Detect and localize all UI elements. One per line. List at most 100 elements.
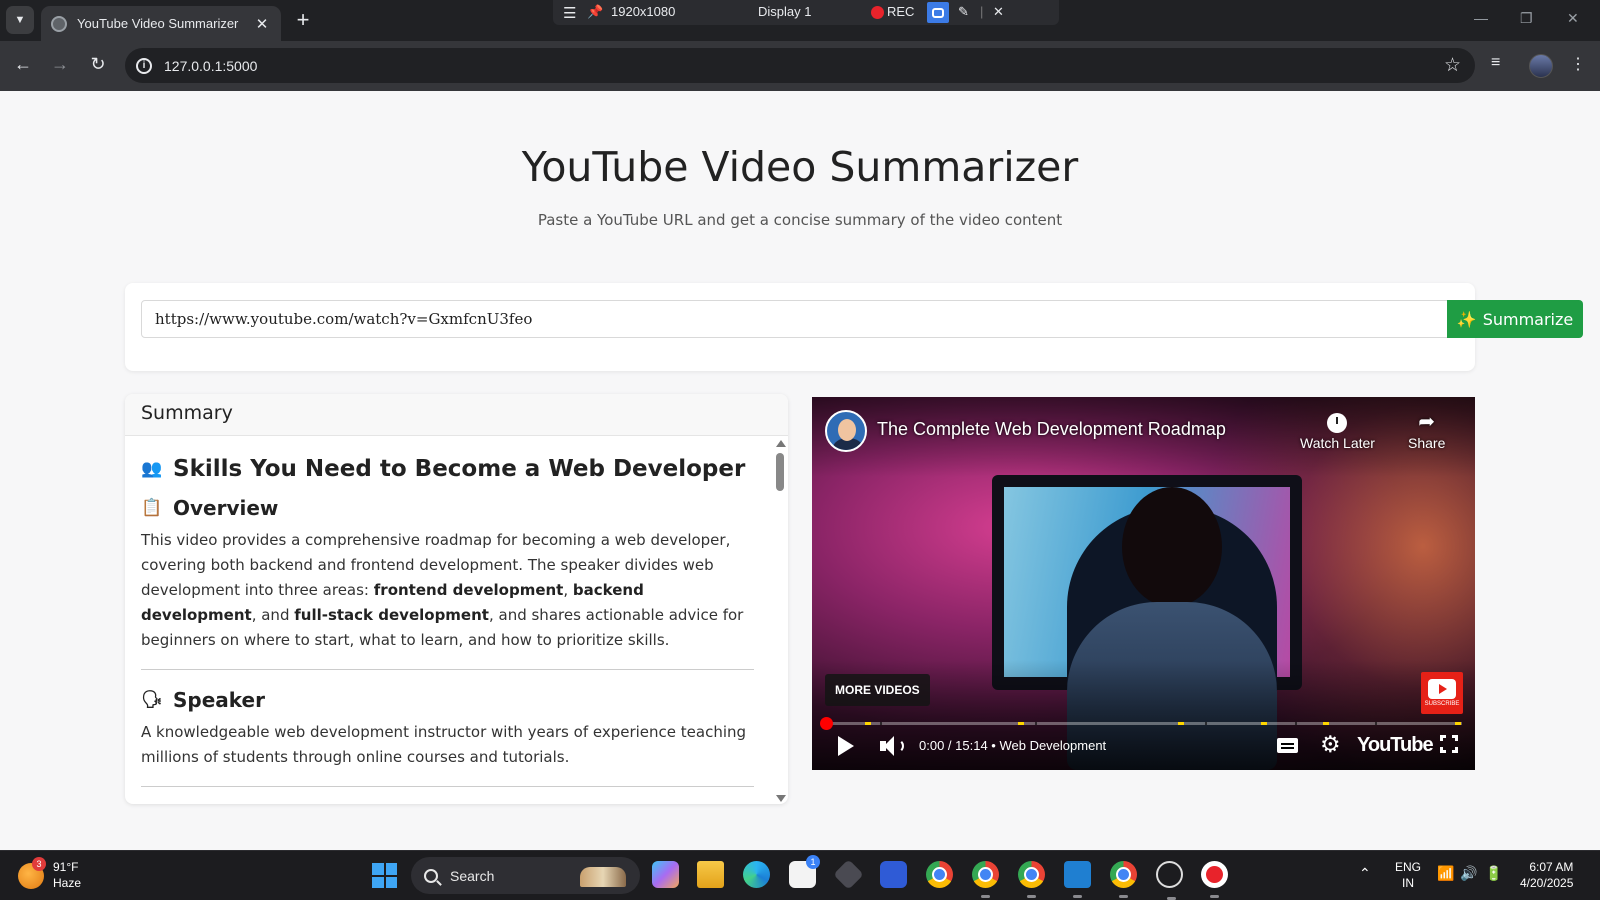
pencil-icon[interactable]: ✎ [958, 4, 969, 20]
page-title: YouTube Video Summarizer [521, 143, 1079, 191]
page-subtitle: Paste a YouTube URL and get a concise su… [537, 211, 1063, 229]
scrollbar-thumb[interactable] [776, 453, 784, 491]
restore-window-icon[interactable]: ❐ [1520, 10, 1533, 27]
section-divider [141, 669, 754, 670]
file-explorer-icon[interactable] [697, 861, 724, 888]
media-playlist-icon[interactable]: ≡ [1491, 54, 1500, 72]
close-window-icon[interactable]: ✕ [1567, 10, 1579, 27]
video-progress-bar[interactable] [820, 717, 1462, 730]
close-recorder-icon[interactable]: ✕ [993, 4, 1004, 20]
microsoft-store-icon[interactable]: 1 [789, 855, 820, 888]
search-label: Search [450, 867, 495, 884]
youtube-play-icon [1428, 679, 1456, 699]
show-hidden-icons-chevron-icon[interactable]: ⌃ [1359, 865, 1371, 881]
scroll-up-arrow-icon[interactable] [776, 440, 786, 447]
address-url: 127.0.0.1:5000 [164, 57, 258, 74]
menu-icon[interactable]: ☰ [563, 4, 576, 22]
youtube-url-input[interactable] [141, 300, 1450, 338]
weather-widget[interactable]: 3 91°F Haze [18, 857, 81, 891]
summary-heading: Summary [125, 394, 788, 436]
speaking-head-icon: 🗣 [141, 690, 163, 710]
overview-bold-frontend: frontend development [373, 581, 564, 599]
battery-icon[interactable]: 🔋 [1485, 865, 1502, 881]
page-viewport: YouTube Video Summarizer Paste a YouTube… [0, 91, 1600, 850]
camera-icon[interactable] [927, 2, 949, 23]
subscribe-label: SUBSCRIBE [1424, 701, 1460, 707]
captions-icon[interactable] [1277, 738, 1298, 753]
search-highlight-image [580, 867, 626, 887]
clock[interactable]: 6:07 AM 4/20/2025 [1520, 859, 1573, 891]
copilot-icon[interactable] [652, 861, 679, 888]
tab-search-chevron-icon[interactable]: ▼ [6, 6, 34, 34]
youtube-logo[interactable]: YouTube [1357, 734, 1434, 757]
resolution-label: 1920x1080 [611, 4, 676, 19]
screen-recorder-toolbar: ☰ 📌 1920x1080 Display 1 REC ✎ | ✕ [553, 0, 1059, 25]
clipboard-icon: 📋 [141, 498, 163, 518]
taskbar-search[interactable]: Search [411, 857, 640, 894]
chrome-profile-icon[interactable] [972, 861, 999, 898]
overview-heading-text: Overview [173, 496, 279, 520]
math-app-icon[interactable] [880, 861, 907, 888]
share-button[interactable]: ➦ Share [1408, 409, 1445, 451]
sparkles-icon: ✨ [1456, 309, 1477, 329]
summarize-button[interactable]: ✨ Summarize [1447, 300, 1583, 338]
channel-avatar[interactable] [825, 410, 867, 452]
edge-icon[interactable] [743, 861, 770, 888]
video-title[interactable]: The Complete Web Development Roadmap [877, 419, 1226, 440]
browser-menu-icon[interactable]: ⋮ [1570, 54, 1586, 74]
windows-start-icon[interactable] [372, 863, 397, 888]
summary-scrollbar[interactable] [774, 438, 786, 804]
rec-label[interactable]: REC [887, 4, 914, 19]
reload-icon[interactable]: ↻ [86, 54, 110, 75]
clock-date: 4/20/2025 [1520, 876, 1574, 890]
chrome-profile-3-icon[interactable] [1110, 861, 1137, 898]
weather-sun-icon: 3 [18, 857, 46, 889]
fullscreen-icon[interactable] [1440, 735, 1458, 753]
bookmark-star-icon[interactable]: ☆ [1444, 54, 1461, 77]
weather-badge: 3 [32, 857, 46, 871]
profile-avatar[interactable] [1529, 54, 1553, 78]
back-arrow-icon[interactable]: ← [11, 54, 35, 75]
wifi-icon[interactable]: 📶 [1437, 865, 1454, 881]
summary-content[interactable]: 👥 Skills You Need to Become a Web Develo… [125, 436, 770, 804]
youtube-video-player[interactable]: The Complete Web Development Roadmap Wat… [812, 397, 1475, 770]
video-chapter: • Web Development [991, 738, 1107, 753]
subscribe-button[interactable]: SUBSCRIBE [1421, 672, 1463, 714]
separator: | [980, 4, 984, 19]
settings-gear-icon[interactable]: ⚙ [1320, 731, 1341, 758]
volume-icon[interactable] [880, 735, 904, 757]
obs-icon[interactable] [1156, 861, 1183, 900]
chrome-profile-2-icon[interactable] [1018, 861, 1045, 898]
progress-scrubber[interactable] [820, 717, 833, 730]
speaker-paragraph: A knowledgeable web development instruct… [141, 723, 747, 766]
language-indicator[interactable]: ENG IN [1395, 859, 1421, 891]
globe-icon [51, 15, 67, 32]
summary-card: Summary 👥 Skills You Need to Become a We… [125, 394, 788, 804]
more-videos-button[interactable]: MORE VIDEOS [825, 674, 930, 706]
watch-later-button[interactable]: Watch Later [1300, 409, 1375, 451]
speaker-heading: 🗣 Speaker [141, 688, 754, 712]
vscode-icon[interactable] [1064, 861, 1091, 898]
site-info-icon[interactable]: i [136, 57, 152, 74]
store-badge: 1 [806, 855, 820, 869]
play-icon[interactable] [838, 736, 854, 756]
close-tab-icon[interactable]: ✕ [253, 15, 271, 33]
browser-tab-strip: ▼ YouTube Video Summarizer ✕ + ☰ 📌 1920x… [0, 0, 1600, 41]
minimize-window-icon[interactable]: — [1474, 10, 1488, 26]
forward-arrow-icon[interactable]: → [48, 54, 72, 75]
chrome-icon[interactable] [926, 861, 953, 888]
record-dot-icon [871, 6, 884, 22]
scroll-down-arrow-icon[interactable] [776, 795, 786, 802]
browser-tab-active[interactable]: YouTube Video Summarizer ✕ [41, 6, 281, 41]
new-tab-button[interactable]: + [290, 8, 316, 34]
overview-paragraph: This video provides a comprehensive road… [141, 531, 744, 649]
cube-app-icon[interactable] [833, 859, 864, 890]
pin-icon[interactable]: 📌 [587, 4, 603, 20]
clock-icon [1327, 412, 1348, 433]
speaker-volume-icon[interactable]: 🔊 [1460, 865, 1477, 881]
summary-main-title-text: Skills You Need to Become a Web Develope… [173, 456, 746, 482]
people-icon: 👥 [141, 459, 163, 479]
address-bar[interactable]: i 127.0.0.1:5000 ☆ [125, 48, 1475, 83]
clock-time: 6:07 AM [1529, 860, 1574, 874]
recorder-app-icon[interactable] [1201, 861, 1228, 898]
